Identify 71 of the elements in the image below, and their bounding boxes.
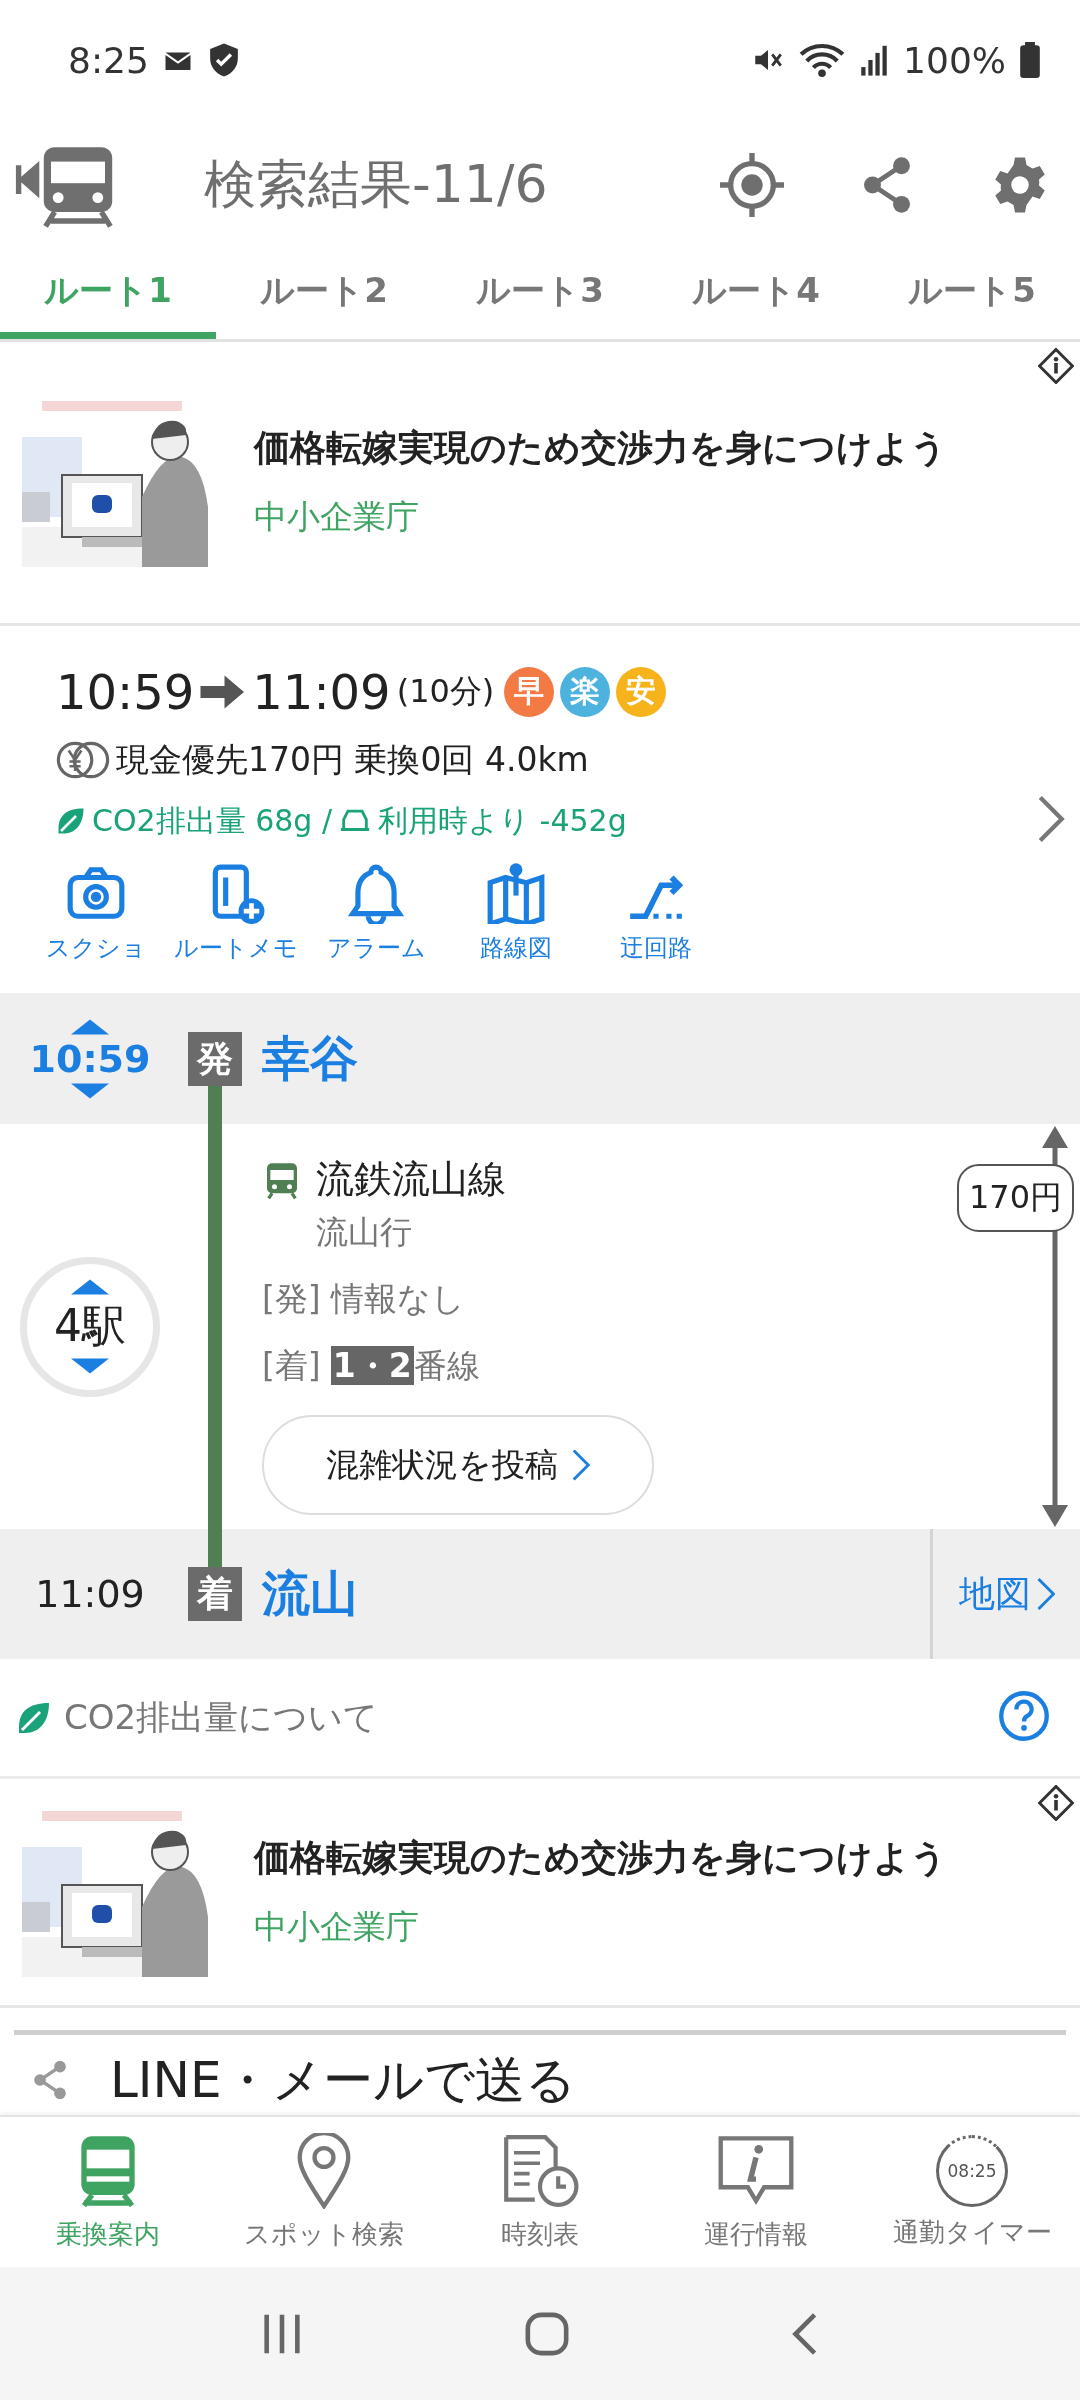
leaf-icon: [56, 806, 86, 837]
signal-icon: [859, 43, 890, 77]
route-badge: 楽: [560, 666, 611, 717]
chevron-right-icon: [1036, 1577, 1055, 1612]
departure-info: 情報なし: [330, 1278, 465, 1321]
share-option[interactable]: LINE・メールで送る: [110, 2046, 576, 2114]
chevron-right-icon: [572, 1449, 590, 1482]
ad-sponsor[interactable]: 中小企業庁: [254, 1904, 947, 1950]
map-link[interactable]: 地図: [958, 1569, 1055, 1619]
crowd-report-button[interactable]: 混雑状況を投稿: [262, 1415, 654, 1516]
home-icon[interactable]: [524, 2310, 570, 2357]
caret-up-icon: [71, 1279, 109, 1296]
caret-down-icon: [71, 1083, 109, 1100]
arrival-mark: 着: [188, 1567, 242, 1622]
co2-info-link[interactable]: CO2排出量について: [64, 1694, 379, 1741]
route-tab[interactable]: ルート1: [0, 250, 216, 339]
arrival-time: 11:09: [35, 1572, 145, 1617]
location-pin-icon: [297, 2132, 351, 2209]
co2-emission: CO2排出量 68g /: [92, 801, 333, 840]
arrival-station[interactable]: 流山: [262, 1562, 358, 1627]
nav-tab[interactable]: 08:25 通勤タイマー: [864, 2117, 1080, 2267]
location-target-icon[interactable]: [720, 153, 784, 217]
chevron-right-icon[interactable]: [1036, 793, 1066, 844]
departure-station[interactable]: 幸谷: [262, 1027, 358, 1092]
car-comparison: 利用時より -452g: [378, 801, 627, 840]
route-action[interactable]: ルートメモ: [166, 861, 306, 964]
clock-time: 8:25: [68, 39, 149, 81]
route-tab[interactable]: ルート5: [864, 250, 1080, 339]
timetable-clock-icon: [501, 2132, 579, 2209]
ad-headline[interactable]: 価格転嫁実現のため交渉力を身につけよう: [254, 1833, 947, 1883]
route-action[interactable]: 路線図: [446, 861, 586, 964]
nav-tab[interactable]: スポット検索: [216, 2117, 432, 2267]
battery-icon: [1020, 42, 1040, 78]
stops-button[interactable]: 4駅: [20, 1256, 160, 1397]
help-icon[interactable]: [998, 1689, 1050, 1742]
route-badge: 早: [504, 666, 555, 717]
ad-info-icon[interactable]: [1038, 1784, 1074, 1821]
route-tab[interactable]: ルート3: [432, 250, 648, 339]
battery-level: 100%: [903, 39, 1006, 81]
fare-label: 170円: [956, 1164, 1074, 1233]
nav-tab[interactable]: 時刻表: [432, 2117, 648, 2267]
platform-number: 1・2: [330, 1346, 414, 1386]
route-badge: 安: [616, 666, 667, 717]
platform-label: 番線: [413, 1346, 480, 1386]
yen-coins-icon: [56, 740, 110, 781]
nav-tab[interactable]: 乗換案内: [0, 2117, 216, 2267]
screen-title: 検索結果-11/6: [204, 153, 548, 216]
caret-up-icon: [71, 1019, 109, 1036]
fare-summary: 現金優先170円 乗換0回 4.0km: [116, 738, 589, 781]
timer-clock-icon: 08:25: [936, 2134, 1008, 2207]
arrive-time: 11:09: [252, 663, 391, 720]
departure-time-button[interactable]: 10:59: [29, 1019, 151, 1100]
route-action[interactable]: 迂回路: [586, 861, 726, 964]
wifi-icon: [799, 41, 846, 79]
duration: (10分): [396, 670, 495, 712]
ad-sponsor[interactable]: 中小企業庁: [254, 495, 947, 541]
route-action[interactable]: アラーム: [306, 861, 446, 964]
train-direction: 流山行: [316, 1212, 413, 1254]
info-tag: [着]: [262, 1344, 321, 1390]
caret-down-icon: [71, 1358, 109, 1375]
line-name: 流鉄流山線: [316, 1156, 506, 1204]
ad-info-icon[interactable]: [1038, 348, 1074, 384]
map-icon: [485, 861, 547, 924]
route-tab[interactable]: ルート2: [216, 250, 432, 339]
route-action[interactable]: スクショ: [26, 861, 166, 964]
depart-time: 10:59: [56, 663, 195, 720]
info-tag: [発]: [262, 1277, 321, 1323]
departure-mark: 発: [188, 1032, 242, 1087]
route-tab[interactable]: ルート4: [648, 250, 864, 339]
ad-headline[interactable]: 価格転嫁実現のため交渉力を身につけよう: [254, 424, 947, 474]
nav-tab[interactable]: 運行情報: [648, 2117, 864, 2267]
